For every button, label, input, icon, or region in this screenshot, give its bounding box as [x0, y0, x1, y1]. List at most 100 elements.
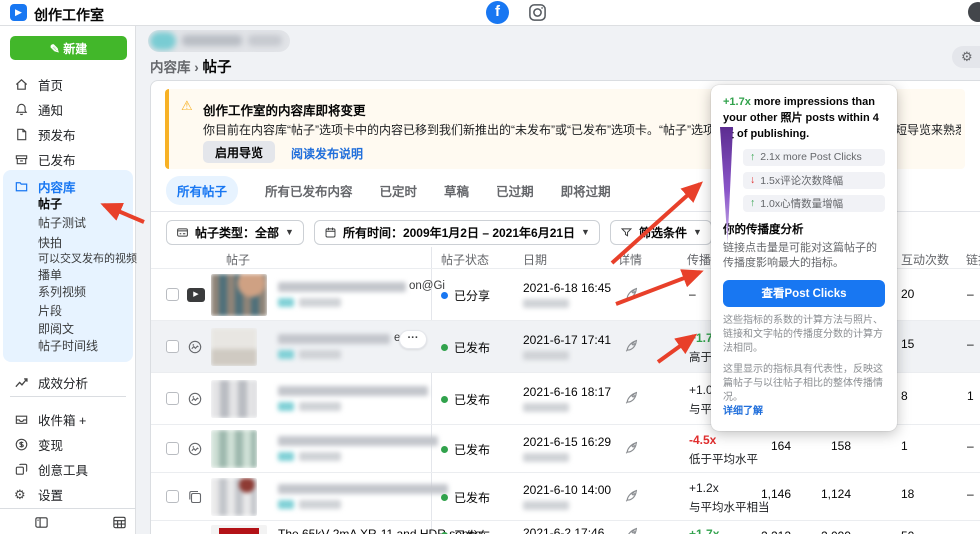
status-badge: 已发布	[441, 489, 490, 506]
boost-rocket-icon[interactable]	[623, 487, 640, 504]
start-tour-button[interactable]: 启用导览	[203, 141, 276, 163]
gear-icon: ⚙	[961, 49, 973, 64]
col-details[interactable]: 详情	[618, 251, 642, 268]
app-title: 创作工作室	[34, 7, 104, 23]
sidebar-item-home[interactable]: 首页	[0, 72, 136, 96]
post-clicks-value: 158	[830, 439, 851, 453]
video-type-icon: ▶	[187, 288, 205, 302]
tab-scheduled[interactable]: 已定时	[380, 181, 418, 200]
sidebar-item-prepublish[interactable]: 预发布	[0, 122, 136, 146]
table-row[interactable]: 已发布 2021-6-10 14:00 +1.2x 与平均水平相当 1,146 …	[151, 472, 980, 520]
boost-rocket-icon[interactable]	[623, 525, 640, 534]
table-row[interactable]: SALE The 65kV 2mA XR-11 and HDR senso 已发…	[151, 520, 980, 534]
engagement-value: 20	[901, 287, 915, 301]
col-link-clicks[interactable]: 链接点击量	[966, 251, 980, 268]
link-clicks-value: –	[967, 439, 974, 453]
profile-avatar[interactable]	[968, 2, 980, 22]
sidebar-subitem-playlists[interactable]: 播单	[38, 266, 62, 283]
boost-rocket-icon[interactable]	[623, 439, 640, 456]
tooltip-analysis-body: 链接点击量是可能对这篇帖子的传播度影响最大的指标。	[723, 241, 877, 270]
row-checkbox[interactable]	[166, 490, 179, 503]
post-thumbnail[interactable]	[211, 478, 257, 516]
tab-expiring[interactable]: 即将过期	[561, 181, 611, 200]
engagement-value: 18	[901, 487, 915, 501]
date-range-filter[interactable]: 所有时间：2009年1月2日 – 2021年6月21日 ▼	[313, 219, 600, 245]
post-thumbnail[interactable]	[211, 274, 267, 316]
header-action-button[interactable]: ⚙	[952, 46, 980, 68]
creator-studio-logo-icon[interactable]: ▶	[10, 4, 27, 21]
tooltip-analysis-title: 你的传播度分析	[723, 223, 804, 236]
boost-rocket-icon[interactable]	[623, 285, 640, 302]
post-thumbnail[interactable]	[211, 328, 257, 366]
sidebar-item-creative-tools[interactable]: 创意工具	[0, 457, 136, 481]
sidebar-subitem-post-timeline[interactable]: 帖子时间线	[38, 337, 98, 354]
tab-all-posts[interactable]: 所有帖子	[166, 175, 239, 205]
sidebar-subitem-post-testing[interactable]: 帖子测试	[38, 214, 86, 231]
post-thumbnail[interactable]	[211, 430, 257, 468]
new-post-button[interactable]: ✎ 新建	[10, 36, 127, 60]
sidebar-item-monetization[interactable]: 变现	[0, 432, 136, 456]
link-clicks-value: –	[967, 337, 974, 351]
chevron-down-icon: ▼	[692, 227, 702, 237]
table-row[interactable]: 已发布 2021-6-15 16:29 -4.5x 低于平均水平 164 158…	[151, 424, 980, 472]
instagram-icon[interactable]	[528, 3, 547, 22]
sale-graphic: SALE	[219, 528, 259, 534]
sidebar-subitem-clips[interactable]: 片段	[38, 302, 62, 319]
dollar-icon	[15, 438, 28, 450]
sidebar-footer	[0, 508, 136, 534]
keypad-icon[interactable]	[112, 515, 127, 530]
col-status[interactable]: 帖子状态	[441, 251, 489, 268]
arrow-up-icon: ↑	[750, 197, 756, 210]
post-thumbnail[interactable]	[211, 380, 257, 418]
post-thumbnail[interactable]: SALE	[211, 525, 267, 534]
sidebar-subitem-posts[interactable]: 帖子	[38, 195, 62, 212]
sidebar-item-settings[interactable]: ⚙ 设置	[0, 482, 136, 506]
breadcrumb-parent[interactable]: 内容库	[150, 60, 191, 75]
post-type-filter[interactable]: 帖子类型：全部 ▼	[166, 219, 304, 245]
post-title-suffix[interactable]: on@Gi	[409, 280, 445, 292]
sidebar-subitem-series[interactable]: 系列视频	[38, 283, 86, 300]
release-notes-link[interactable]: 阅读发布说明	[291, 145, 363, 162]
row-checkbox[interactable]	[166, 340, 179, 353]
conditions-filter[interactable]: 筛选条件 ▼	[609, 219, 712, 245]
sidebar-subitem-stories[interactable]: 快拍	[38, 234, 62, 251]
distribution-value: +1.7x	[689, 527, 720, 534]
col-post[interactable]: 帖子	[226, 251, 250, 268]
post-clicks-value: 1,124	[820, 487, 851, 501]
sidebar-item-published[interactable]: 已发布	[0, 147, 136, 171]
home-icon	[15, 78, 28, 90]
row-checkbox[interactable]	[166, 288, 179, 301]
col-engagement[interactable]: 互动次数	[901, 251, 949, 268]
learn-more-link[interactable]: 详细了解	[723, 406, 763, 417]
row-checkbox[interactable]	[166, 392, 179, 405]
boost-rocket-icon[interactable]	[623, 389, 640, 406]
sidebar-item-notifications[interactable]: 通知	[0, 97, 136, 121]
tab-all-published[interactable]: 所有已发布内容	[265, 181, 353, 200]
view-post-clicks-button[interactable]: 查看Post Clicks	[723, 279, 885, 307]
tab-drafts[interactable]: 草稿	[444, 181, 469, 200]
sidebar-item-inbox[interactable]: 收件箱 +	[0, 407, 136, 431]
insights-chart-icon	[15, 377, 28, 387]
post-date: 2021-6-17 17:41	[523, 333, 612, 347]
col-distribution[interactable]: 传播	[687, 251, 711, 268]
sidebar-item-insights[interactable]: 成效分析	[0, 370, 136, 394]
collapse-sidebar-icon[interactable]	[34, 515, 49, 530]
sidebar-subitem-instant-articles[interactable]: 即阅文	[38, 320, 74, 337]
sidebar-divider	[10, 396, 126, 397]
reach-value: 164	[770, 439, 791, 453]
facebook-icon[interactable]: f	[486, 1, 509, 24]
page-identity-chip[interactable]	[148, 30, 290, 52]
sidebar-item-content-library[interactable]: 内容库	[0, 174, 136, 198]
sidebar-subitem-crosspost-videos[interactable]: 可以交叉发布的视频	[38, 250, 137, 267]
chevron-down-icon: ▼	[285, 227, 294, 237]
sidebar: ✎ 新建 首页 通知 预发布 已发布 内容库 帖子 帖子测试 快拍 可以交叉发布…	[0, 26, 137, 534]
engagement-value: 1	[901, 439, 908, 453]
row-menu-button[interactable]: ···	[399, 330, 427, 349]
row-checkbox[interactable]	[166, 442, 179, 455]
boost-rocket-icon[interactable]	[623, 337, 640, 354]
post-date: 2021-6-10 14:00	[523, 483, 612, 497]
col-date[interactable]: 日期	[523, 251, 547, 268]
tab-expired[interactable]: 已过期	[496, 181, 534, 200]
breadcrumb-separator: ›	[194, 60, 199, 75]
link-clicks-value: –	[967, 287, 974, 301]
